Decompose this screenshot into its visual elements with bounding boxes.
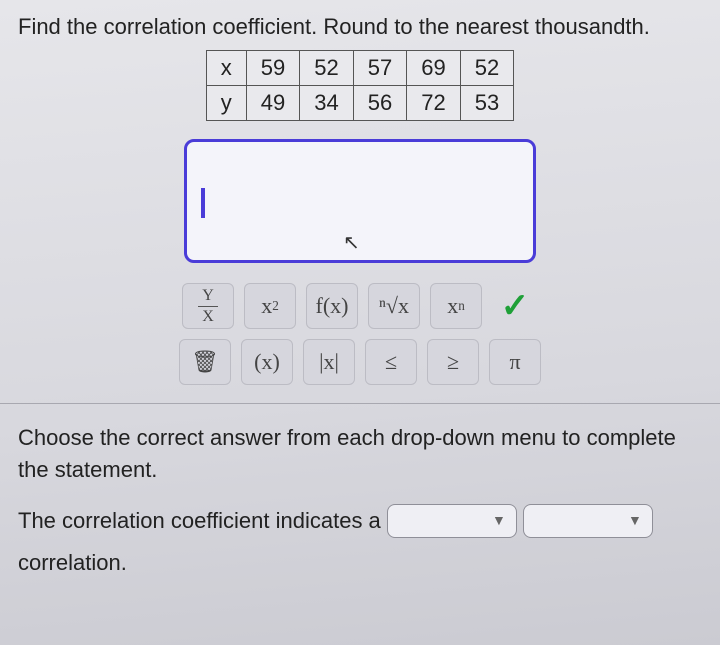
cell: 56 (353, 86, 406, 121)
fraction-denominator: X (198, 307, 218, 325)
table-row: y 49 34 56 72 53 (206, 86, 513, 121)
question-prompt: Find the correlation coefficient. Round … (18, 14, 702, 40)
data-table: x 59 52 57 69 52 y 49 34 56 72 53 (206, 50, 514, 121)
chevron-down-icon: ▼ (492, 507, 506, 534)
dropdown-instruction: Choose the correct answer from each drop… (18, 422, 702, 486)
pi-button[interactable]: π (489, 339, 541, 385)
chevron-down-icon: ▼ (628, 507, 642, 534)
cell: 53 (460, 86, 513, 121)
cell: 52 (460, 51, 513, 86)
sentence-part-2-wrap: correlation. (18, 542, 702, 584)
cell: 52 (300, 51, 353, 86)
dropdown-2[interactable]: ▼ (523, 504, 653, 538)
cell: 49 (246, 86, 299, 121)
cell: 72 (407, 86, 460, 121)
cell: 34 (300, 86, 353, 121)
checkmark-icon[interactable]: ✓ (492, 283, 538, 329)
nth-root-button[interactable]: ⁿ√x (368, 283, 420, 329)
text-cursor (201, 188, 205, 218)
completion-sentence: The correlation coefficient indicates a … (18, 500, 702, 542)
trash-icon: 🗑 (191, 349, 219, 375)
cell: 59 (246, 51, 299, 86)
greater-equal-button[interactable]: ≥ (427, 339, 479, 385)
x-sub-n-button[interactable]: xn (430, 283, 482, 329)
x-squared-button[interactable]: x2 (244, 283, 296, 329)
section-divider (0, 403, 720, 404)
dropdown-1[interactable]: ▼ (387, 504, 517, 538)
trash-button[interactable]: 🗑 (179, 339, 231, 385)
less-equal-button[interactable]: ≤ (365, 339, 417, 385)
cell: 57 (353, 51, 406, 86)
parentheses-button[interactable]: (x) (241, 339, 293, 385)
pointer-icon: ↖ (343, 230, 360, 255)
absolute-value-button[interactable]: |x| (303, 339, 355, 385)
row-label-x: x (206, 51, 246, 86)
math-toolbar: Y X x2 f(x) ⁿ√x xn ✓ 🗑 (x) |x| ≤ ≥ π (18, 283, 702, 385)
table-row: x 59 52 57 69 52 (206, 51, 513, 86)
sentence-part-2: correlation. (18, 542, 127, 584)
sentence-part-1: The correlation coefficient indicates a (18, 500, 381, 542)
row-label-y: y (206, 86, 246, 121)
fraction-button[interactable]: Y X (182, 283, 234, 329)
fraction-numerator: Y (198, 288, 218, 307)
fx-button[interactable]: f(x) (306, 283, 358, 329)
cell: 69 (407, 51, 460, 86)
answer-input[interactable]: ↖ (184, 139, 536, 263)
